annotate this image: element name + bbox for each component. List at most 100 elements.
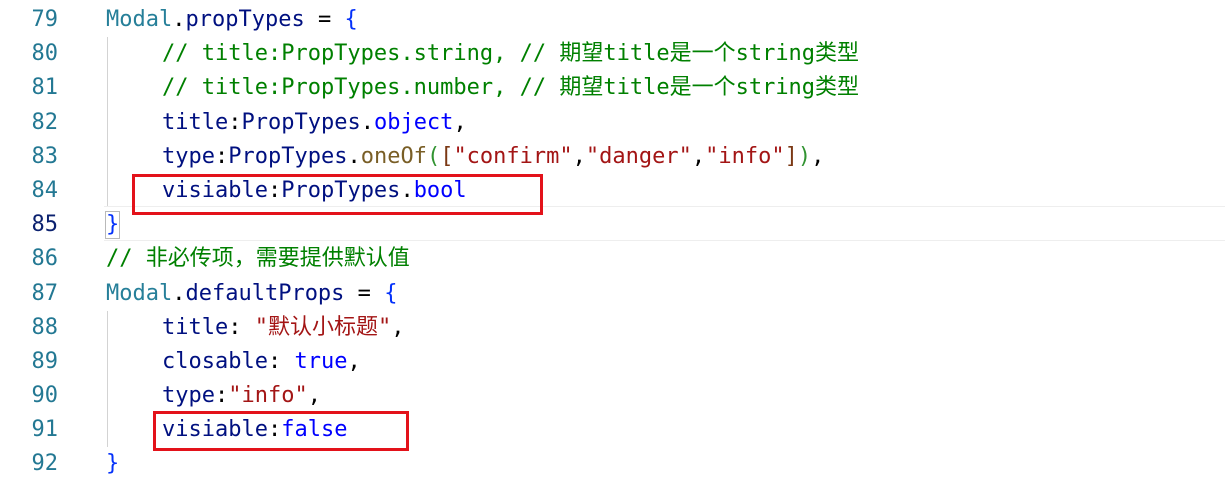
code-text: Modal.propTypes = { <box>106 3 358 37</box>
code-line[interactable]: 84 visiable:PropTypes.bool <box>0 174 1225 208</box>
code-token: closable <box>162 348 268 374</box>
code-line[interactable]: 92} <box>0 447 1225 481</box>
line-number: 83 <box>31 143 59 169</box>
code-token: , <box>391 314 405 340</box>
code-text: } <box>104 208 121 242</box>
code-token: type <box>162 383 215 409</box>
code-token: [ <box>440 143 454 169</box>
code-token: . <box>347 143 361 169</box>
code-token: "info" <box>705 143 785 169</box>
code-token: , <box>307 383 321 409</box>
code-token: { <box>384 280 398 306</box>
line-number: 92 <box>31 451 59 477</box>
line-number: 87 <box>31 280 59 306</box>
code-line[interactable]: 79 Modal.propTypes = { <box>0 3 1225 37</box>
code-line[interactable]: 85} <box>0 208 1225 243</box>
code-text: closable: true, <box>162 345 361 379</box>
code-text: title: "默认小标题", <box>162 311 404 345</box>
code-token: = <box>304 7 345 32</box>
line-number: 90 <box>31 383 59 409</box>
code-text: visiable:false <box>162 413 347 447</box>
code-token: object <box>373 109 454 135</box>
code-token: "danger" <box>585 143 692 169</box>
code-token: // 非必传项，需要提供默认值 <box>106 246 410 272</box>
code-editor[interactable]: 79 Modal.propTypes = {80// title:PropType… <box>0 3 1225 482</box>
code-line[interactable]: 91 visiable:false <box>0 413 1225 447</box>
code-token: : <box>228 314 255 340</box>
code-line[interactable]: 90 type:"info", <box>0 379 1225 413</box>
code-token: : <box>267 177 282 203</box>
code-line[interactable]: 80 // title:PropTypes.string, // 期望title是… <box>0 37 1225 71</box>
code-line[interactable]: 88 title: "默认小标题", <box>0 311 1225 345</box>
code-text: type:"info", <box>162 379 321 413</box>
code-token: . <box>172 280 186 306</box>
code-text: // title:PropTypes.string, // 期望title是一个… <box>162 37 859 71</box>
code-text: visiable:PropTypes.bool <box>162 174 467 208</box>
line-number: 89 <box>31 348 59 374</box>
code-text: // 非必传项，需要提供默认值 <box>106 242 410 276</box>
code-token: : <box>214 143 229 169</box>
code-token: , <box>572 143 586 169</box>
line-number: 86 <box>31 246 59 272</box>
indent-guide <box>107 311 108 447</box>
code-token: PropTypes <box>281 177 401 203</box>
code-token: Modal <box>106 7 173 32</box>
code-line[interactable]: 81 // title:PropTypes.number, // 期望title是… <box>0 71 1225 105</box>
code-token: true <box>294 348 348 374</box>
code-text: // title:PropTypes.number, // 期望title是一个… <box>162 71 859 105</box>
code-token: ) <box>797 143 812 169</box>
code-token: PropTypes <box>241 109 361 135</box>
indent-guide <box>107 37 108 206</box>
line-number: 81 <box>31 75 59 101</box>
code-text: } <box>106 447 119 481</box>
code-token: defaultProps <box>185 280 345 306</box>
code-token: visiable <box>162 417 268 443</box>
code-line[interactable]: 87 Modal.defaultProps = { <box>0 277 1225 311</box>
code-token: . <box>172 7 186 32</box>
code-token: ] <box>784 143 798 169</box>
code-token: , <box>347 348 361 374</box>
code-token: "默认小标题" <box>254 314 392 340</box>
code-token: type <box>162 143 215 169</box>
code-token: : <box>267 348 295 374</box>
code-line[interactable]: 89 closable: true, <box>0 345 1225 379</box>
code-token: "confirm" <box>453 143 573 169</box>
code-token: { <box>344 7 358 32</box>
code-token: : <box>267 417 282 443</box>
code-token: oneOf <box>360 143 427 169</box>
line-number: 85 <box>31 212 59 238</box>
code-token: "info" <box>228 383 308 409</box>
code-token: ( <box>426 143 441 169</box>
code-text: type:PropTypes.oneOf(["confirm","danger"… <box>162 140 824 174</box>
code-line[interactable]: 82 title:PropTypes.object, <box>0 106 1225 140</box>
code-token: : <box>228 109 242 135</box>
code-token: : <box>214 383 229 409</box>
line-number: 79 <box>31 7 59 32</box>
code-token: . <box>400 177 414 203</box>
code-token: , <box>811 143 825 169</box>
code-token: visiable <box>162 177 268 203</box>
code-token: , <box>691 143 706 169</box>
line-number: 91 <box>31 417 59 443</box>
code-token: // title:PropTypes.string, // 期望title是一个… <box>162 41 860 67</box>
code-token: bool <box>413 177 467 203</box>
code-token: Modal <box>106 280 173 306</box>
code-text: title:PropTypes.object, <box>162 106 467 140</box>
code-line[interactable]: 83 type:PropTypes.oneOf(["confirm","dange… <box>0 140 1225 174</box>
code-token: , <box>453 109 467 135</box>
code-text: Modal.defaultProps = { <box>106 277 397 311</box>
code-token: propTypes <box>185 7 305 32</box>
line-number: 80 <box>31 41 59 67</box>
line-number: 88 <box>31 314 59 340</box>
code-token: title <box>162 109 229 135</box>
line-number: 82 <box>31 109 59 135</box>
code-token: } <box>104 211 121 240</box>
code-token: = <box>344 280 385 306</box>
code-line[interactable]: 86 // 非必传项，需要提供默认值 <box>0 242 1225 276</box>
code-token: false <box>281 417 348 443</box>
line-number: 84 <box>31 177 59 203</box>
code-token: title <box>162 314 229 340</box>
code-token: . <box>360 109 374 135</box>
code-token: } <box>106 451 120 477</box>
code-token: // title:PropTypes.number, // 期望title是一个… <box>162 75 860 101</box>
